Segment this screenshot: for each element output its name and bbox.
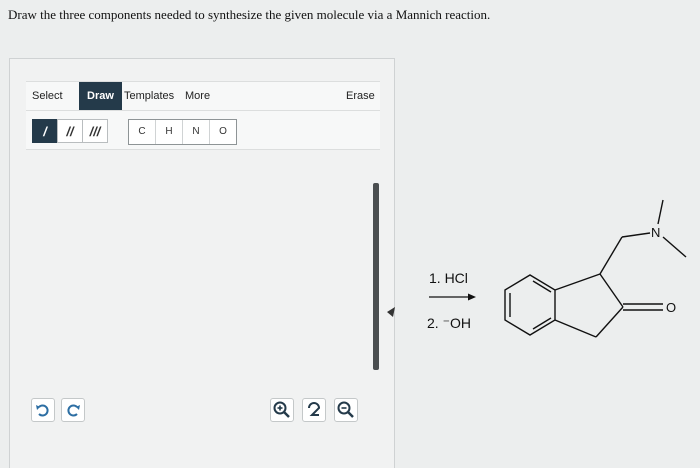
drawing-panel[interactable]: Select Draw Templates More Erase / // //…	[9, 58, 395, 468]
reaction-arrow	[429, 293, 476, 301]
zoom-in-icon	[273, 401, 290, 418]
tab-more[interactable]: More	[185, 82, 210, 110]
reagent-step-1: 1. HCl	[429, 270, 468, 286]
zoom-in-button[interactable]	[270, 398, 294, 422]
atom-h-button[interactable]: H	[156, 120, 183, 144]
product-molecule: N O	[504, 199, 687, 338]
bond-toolbar: / // /// C H N O	[26, 111, 380, 150]
oxygen-label: O	[666, 300, 676, 315]
atom-n-button[interactable]: N	[183, 120, 210, 144]
question-text: Draw the three components needed to synt…	[8, 7, 491, 22]
undo-icon	[36, 404, 49, 417]
atom-o-button[interactable]: O	[210, 120, 236, 144]
zoom-out-button[interactable]	[334, 398, 358, 422]
zoom-reset-button[interactable]	[302, 398, 326, 422]
triple-bond-button[interactable]: ///	[82, 119, 108, 143]
double-bond-button[interactable]: //	[57, 119, 83, 143]
zoom-out-icon	[337, 401, 354, 418]
mouse-cursor-icon	[387, 307, 395, 317]
editor-toolbar: Select Draw Templates More Erase	[26, 81, 380, 111]
redo-button[interactable]	[61, 398, 85, 422]
reagent-step-2: 2. ⁻OH	[427, 315, 471, 331]
redo-icon	[67, 404, 80, 417]
reset-zoom-icon	[308, 402, 321, 416]
erase-button[interactable]: Erase	[346, 82, 375, 110]
tab-draw[interactable]: Draw	[79, 82, 122, 110]
nitrogen-label: N	[651, 225, 660, 240]
atom-selector: C H N O	[128, 119, 237, 145]
single-bond-button[interactable]: /	[32, 119, 58, 143]
undo-button[interactable]	[31, 398, 55, 422]
tab-templates[interactable]: Templates	[124, 82, 174, 110]
panel-resize-handle[interactable]	[373, 183, 379, 370]
atom-c-button[interactable]: C	[129, 120, 156, 144]
tab-select[interactable]: Select	[32, 82, 63, 110]
